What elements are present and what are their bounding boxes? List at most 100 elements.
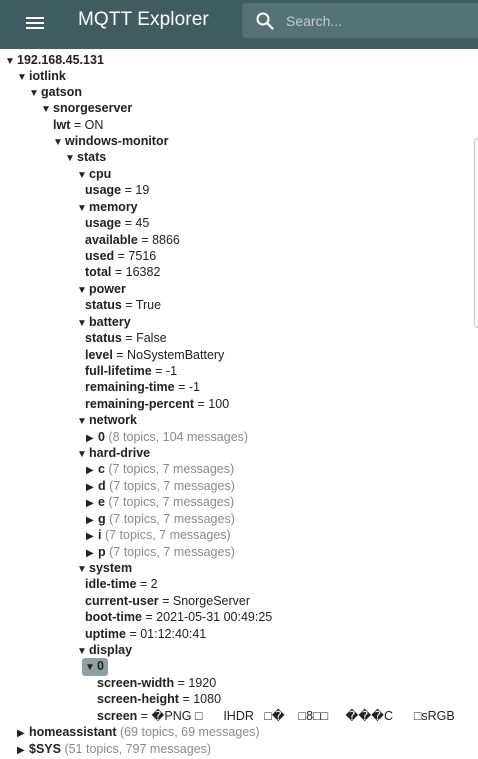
- node-label[interactable]: available: [85, 233, 138, 247]
- node-label[interactable]: lwt: [53, 118, 70, 132]
- expanded-icon[interactable]: ▼: [53, 135, 65, 151]
- node-label[interactable]: snorgeserver: [53, 101, 132, 115]
- tree-node-homeassistant[interactable]: ▶ homeassistant (69 topics, 69 messages): [17, 724, 260, 740]
- tree-node-drive-c[interactable]: ▶ c (7 topics, 7 messages): [86, 461, 234, 477]
- node-label[interactable]: idle-time: [85, 577, 136, 591]
- expanded-icon[interactable]: ▼: [77, 414, 89, 430]
- expanded-icon[interactable]: ▼: [85, 660, 97, 676]
- tree-leaf-idle-time[interactable]: idle-time = 2: [85, 576, 158, 592]
- node-label[interactable]: e: [98, 495, 105, 509]
- tree-node-drive-g[interactable]: ▶ g (7 topics, 7 messages): [86, 511, 235, 527]
- tree-leaf-power-status[interactable]: status = True: [85, 297, 161, 313]
- node-label[interactable]: screen: [97, 709, 137, 723]
- tree-node-gatson[interactable]: ▼ gatson: [29, 84, 82, 100]
- tree-node-network[interactable]: ▼ network: [77, 412, 137, 428]
- node-label[interactable]: screen-width: [97, 676, 174, 690]
- node-label[interactable]: used: [85, 249, 114, 263]
- node-label[interactable]: system: [89, 561, 132, 575]
- tree-node-windows-monitor[interactable]: ▼ windows-monitor: [53, 133, 168, 149]
- collapsed-icon[interactable]: ▶: [86, 496, 98, 512]
- node-label[interactable]: 192.168.45.131: [17, 53, 104, 67]
- tree-node-system[interactable]: ▼ system: [77, 560, 132, 576]
- node-label[interactable]: level: [85, 348, 113, 362]
- node-label[interactable]: usage: [85, 183, 121, 197]
- node-label[interactable]: status: [85, 331, 122, 345]
- collapsed-icon[interactable]: ▶: [17, 743, 29, 759]
- expanded-icon[interactable]: ▼: [5, 54, 17, 70]
- expanded-icon[interactable]: ▼: [41, 102, 53, 118]
- tree-leaf-memory-used[interactable]: used = 7516: [85, 248, 156, 264]
- tree-node-hard-drive[interactable]: ▼ hard-drive: [77, 445, 150, 461]
- tree-leaf-screen-width[interactable]: screen-width = 1920: [97, 675, 216, 691]
- node-label[interactable]: remaining-time: [85, 380, 175, 394]
- tree-leaf-battery-remaining-time[interactable]: remaining-time = -1: [85, 379, 200, 395]
- node-label[interactable]: gatson: [41, 85, 82, 99]
- node-label[interactable]: network: [89, 413, 137, 427]
- node-label[interactable]: cpu: [89, 167, 111, 181]
- node-label[interactable]: remaining-percent: [85, 397, 194, 411]
- node-label[interactable]: power: [89, 282, 126, 296]
- tree-leaf-battery-level[interactable]: level = NoSystemBattery: [85, 347, 224, 363]
- node-label[interactable]: uptime: [85, 627, 126, 641]
- node-label[interactable]: status: [85, 298, 122, 312]
- tree-leaf-screen-height[interactable]: screen-height = 1080: [97, 691, 221, 707]
- node-label[interactable]: usage: [85, 216, 121, 230]
- tree-node-display-0-selected[interactable]: ▼ 0: [82, 658, 108, 676]
- tree-leaf-battery-status[interactable]: status = False: [85, 330, 167, 346]
- tree-leaf-memory-usage[interactable]: usage = 45: [85, 215, 149, 231]
- node-label[interactable]: g: [98, 512, 106, 526]
- collapsed-icon[interactable]: ▶: [86, 463, 98, 479]
- collapsed-icon[interactable]: ▶: [86, 529, 98, 545]
- node-label[interactable]: iotlink: [29, 69, 66, 83]
- node-label[interactable]: 0: [98, 430, 105, 444]
- menu-icon[interactable]: [24, 12, 46, 34]
- tree-leaf-battery-remaining-percent[interactable]: remaining-percent = 100: [85, 396, 229, 412]
- search-box[interactable]: [242, 3, 478, 38]
- tree-leaf-memory-available[interactable]: available = 8866: [85, 232, 180, 248]
- tree-node-drive-p[interactable]: ▶ p (7 topics, 7 messages): [86, 544, 235, 560]
- tree-node-memory[interactable]: ▼ memory: [77, 199, 138, 215]
- tree-leaf-memory-total[interactable]: total = 16382: [85, 264, 160, 280]
- tree-node-snorgeserver[interactable]: ▼ snorgeserver: [41, 100, 132, 116]
- node-label[interactable]: display: [89, 643, 132, 657]
- node-label[interactable]: d: [98, 479, 106, 493]
- tree-node-cpu[interactable]: ▼ cpu: [77, 166, 111, 182]
- node-label[interactable]: current-user: [85, 594, 159, 608]
- node-label[interactable]: c: [98, 462, 105, 476]
- tree-leaf-screen[interactable]: screen = �PNG □ IHDR □� □8□□ ���C □sRGB: [97, 708, 478, 724]
- tree-node-sys[interactable]: ▶ $SYS (51 topics, 797 messages): [17, 741, 211, 757]
- node-label[interactable]: windows-monitor: [65, 134, 168, 148]
- search-input[interactable]: [286, 10, 466, 32]
- expanded-icon[interactable]: ▼: [17, 70, 29, 86]
- expanded-icon[interactable]: ▼: [65, 151, 77, 167]
- tree-leaf-cpu-usage[interactable]: usage = 19: [85, 182, 149, 198]
- tree-node-stats[interactable]: ▼ stats: [65, 149, 106, 165]
- tree-leaf-boot-time[interactable]: boot-time = 2021-05-31 00:49:25: [85, 609, 272, 625]
- tree-node-display[interactable]: ▼ display: [77, 642, 132, 658]
- node-label[interactable]: full-lifetime: [85, 364, 152, 378]
- tree-node-network-0[interactable]: ▶ 0 (8 topics, 104 messages): [86, 429, 248, 445]
- tree-node-drive-i[interactable]: ▶ i (7 topics, 7 messages): [86, 527, 231, 543]
- tree-node-drive-e[interactable]: ▶ e (7 topics, 7 messages): [86, 494, 234, 510]
- tree-node-root[interactable]: ▼ 192.168.45.131: [5, 52, 104, 68]
- collapsed-icon[interactable]: ▶: [17, 726, 29, 742]
- tree-node-iotlink[interactable]: ▼ iotlink: [17, 68, 66, 84]
- tree-leaf-current-user[interactable]: current-user = SnorgeServer: [85, 593, 250, 609]
- node-label[interactable]: $SYS: [29, 742, 61, 756]
- node-label[interactable]: hard-drive: [89, 446, 150, 460]
- node-label[interactable]: stats: [77, 150, 106, 164]
- tree-leaf-lwt[interactable]: lwt = ON: [53, 117, 103, 133]
- node-label[interactable]: memory: [89, 200, 138, 214]
- tree-node-drive-d[interactable]: ▶ d (7 topics, 7 messages): [86, 478, 235, 494]
- node-label[interactable]: total: [85, 265, 111, 279]
- node-label[interactable]: boot-time: [85, 610, 142, 624]
- node-label[interactable]: screen-height: [97, 692, 179, 706]
- tree-leaf-uptime[interactable]: uptime = 01:12:40:41: [85, 626, 206, 642]
- node-label[interactable]: battery: [89, 315, 131, 329]
- node-label[interactable]: p: [98, 545, 106, 559]
- scrollbar-thumb[interactable]: [474, 138, 478, 328]
- expanded-icon[interactable]: ▼: [29, 86, 41, 102]
- selected-node[interactable]: ▼ 0: [82, 658, 108, 676]
- tree-node-battery[interactable]: ▼ battery: [77, 314, 131, 330]
- node-label[interactable]: 0: [97, 659, 104, 673]
